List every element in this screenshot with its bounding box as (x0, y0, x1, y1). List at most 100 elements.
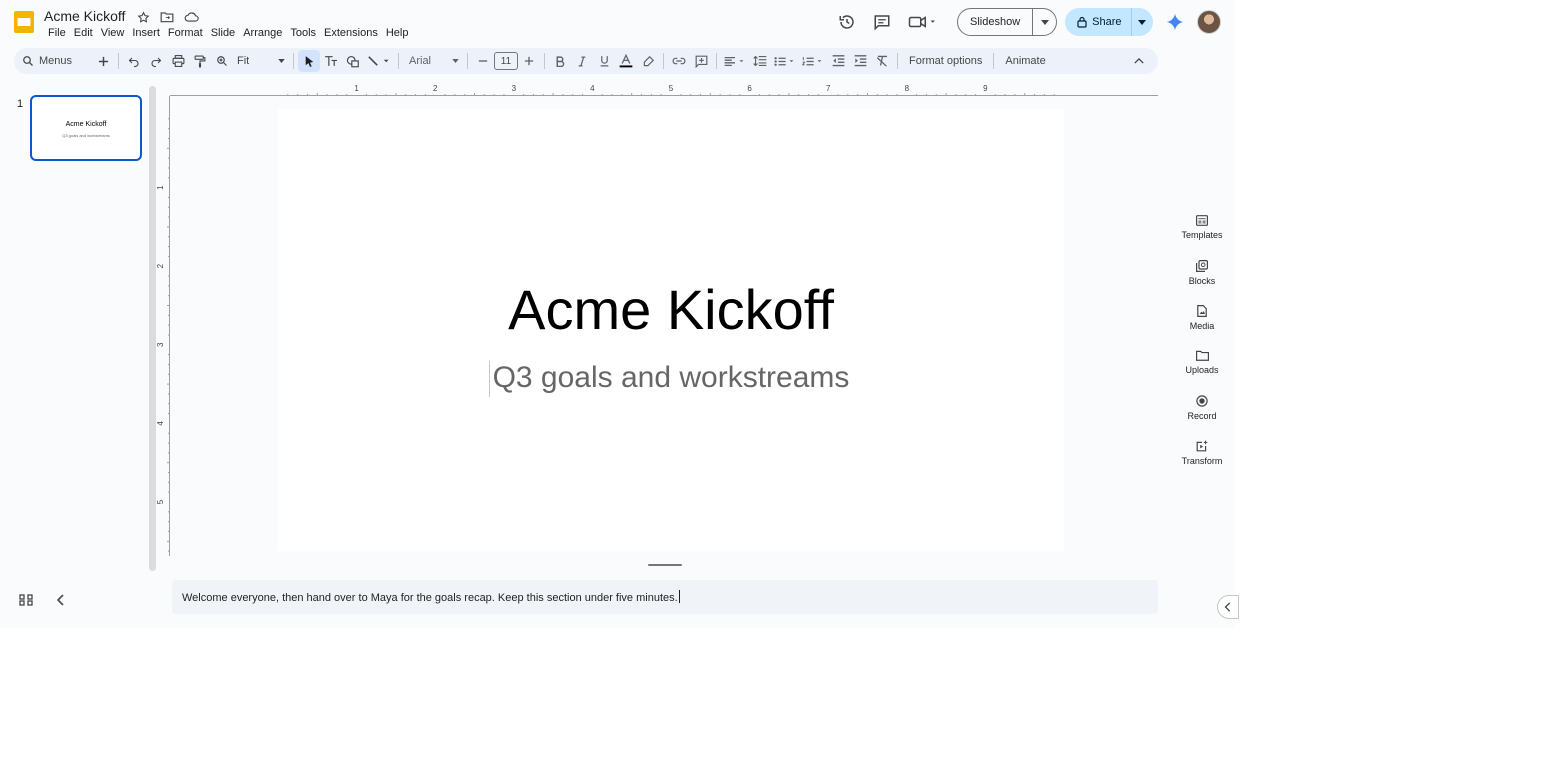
underline-button[interactable] (593, 50, 615, 72)
menu-extensions[interactable]: Extensions (320, 26, 382, 40)
highlight-color-button[interactable] (637, 50, 659, 72)
menu-format[interactable]: Format (164, 26, 207, 40)
ruler-label: 9 (983, 84, 988, 93)
notes-resize-handle[interactable] (648, 564, 682, 566)
menu-view[interactable]: View (97, 26, 129, 40)
ruler-label: 6 (747, 84, 752, 93)
ruler-label: 7 (826, 84, 831, 93)
side-item-media[interactable]: Media (1172, 295, 1232, 340)
ruler-label: 2 (156, 263, 165, 268)
side-item-templates[interactable]: Templates (1172, 205, 1232, 250)
slideshow-options-button[interactable] (1032, 9, 1056, 35)
comments-icon[interactable] (869, 9, 895, 35)
insert-link-button[interactable] (668, 50, 690, 72)
decrease-indent-button[interactable] (827, 50, 849, 72)
print-button[interactable] (167, 50, 189, 72)
ruler-label: 4 (590, 84, 595, 93)
zoom-select[interactable]: Fit (233, 55, 289, 67)
undo-button[interactable] (123, 50, 145, 72)
ruler-label: 3 (156, 342, 165, 347)
slide-canvas[interactable]: Acme Kickoff Q3 goals and workstreams (278, 109, 1064, 551)
animate-button[interactable]: Animate (998, 50, 1052, 72)
slides-logo-icon[interactable] (12, 10, 36, 34)
bold-icon (556, 55, 565, 67)
menu-edit[interactable]: Edit (70, 26, 97, 40)
collapse-filmstrip-icon[interactable] (53, 592, 69, 608)
select-tool-button[interactable] (298, 50, 320, 72)
bold-button[interactable] (549, 50, 571, 72)
toolbar-divider (293, 53, 294, 69)
move-folder-icon[interactable] (158, 9, 176, 25)
increase-font-size-button[interactable] (518, 50, 540, 72)
collapse-toolbar-button[interactable] (1128, 50, 1150, 72)
numbered-list-button[interactable] (799, 50, 827, 72)
ruler-label: 8 (905, 84, 910, 93)
new-slide-button[interactable] (92, 50, 114, 72)
text-box-button[interactable] (320, 50, 342, 72)
redo-button[interactable] (145, 50, 167, 72)
side-panel-toggle[interactable] (1217, 595, 1239, 619)
share-button[interactable]: Share (1065, 8, 1130, 36)
line-spacing-button[interactable] (749, 50, 771, 72)
meet-video-icon[interactable] (904, 9, 942, 35)
side-item-transform[interactable]: Transform (1172, 430, 1232, 475)
align-left-icon (724, 56, 744, 66)
document-title[interactable]: Acme Kickoff (44, 8, 125, 24)
templates-icon (1196, 215, 1208, 226)
gemini-icon[interactable] (1163, 10, 1187, 34)
bulleted-list-button[interactable] (771, 50, 799, 72)
print-icon (172, 55, 184, 67)
add-comment-button[interactable] (690, 50, 712, 72)
undo-icon (128, 57, 139, 67)
vertical-ruler: 1 2 3 4 5 (156, 96, 170, 556)
chevron-down-icon (1138, 19, 1146, 25)
slideshow-button[interactable]: Slideshow (958, 9, 1032, 35)
side-item-uploads[interactable]: Uploads (1172, 340, 1232, 385)
filmstrip-scrollbar[interactable] (149, 86, 156, 571)
shape-icon (346, 55, 359, 67)
paint-format-button[interactable] (189, 50, 211, 72)
menu-arrange[interactable]: Arrange (239, 26, 286, 40)
ruler-label: 5 (156, 499, 165, 504)
slide-title[interactable]: Acme Kickoff (278, 277, 1064, 342)
clear-formatting-button[interactable] (871, 50, 893, 72)
line-tool-button[interactable] (364, 50, 394, 72)
slide-thumbnail[interactable]: Acme Kickoff Q3 goals and workstreams (30, 95, 142, 161)
shape-button[interactable] (342, 50, 364, 72)
align-button[interactable] (721, 50, 749, 72)
zoom-button[interactable] (211, 50, 233, 72)
menu-tools[interactable]: Tools (286, 26, 320, 40)
chevron-down-icon (278, 59, 285, 63)
increase-indent-button[interactable] (849, 50, 871, 72)
menu-insert[interactable]: Insert (128, 26, 164, 40)
text-color-icon (619, 54, 633, 68)
share-options-button[interactable] (1130, 8, 1153, 36)
menu-slide[interactable]: Slide (207, 26, 239, 40)
text-color-button[interactable] (615, 50, 637, 72)
side-item-label: Media (1189, 320, 1215, 331)
version-history-icon[interactable] (834, 9, 860, 35)
user-avatar[interactable] (1196, 10, 1221, 34)
search-menus[interactable]: Menus (14, 55, 92, 67)
format-options-button[interactable]: Format options (902, 50, 989, 72)
decrease-font-size-button[interactable] (472, 50, 494, 72)
grid-view-icon[interactable] (18, 592, 34, 608)
side-item-record[interactable]: Record (1172, 385, 1232, 430)
speaker-notes[interactable]: Welcome everyone, then hand over to Maya… (172, 580, 1158, 614)
font-family-select[interactable]: Arial (403, 55, 463, 67)
ruler-label: 2 (433, 84, 438, 93)
toolbar-divider (398, 53, 399, 69)
menu-help[interactable]: Help (382, 26, 413, 40)
main-toolbar: Menus Fit Arial 11 Format options Animat… (14, 48, 1158, 74)
star-icon[interactable] (134, 9, 152, 25)
ruler-label: 3 (512, 84, 517, 93)
link-icon (672, 57, 686, 65)
italic-button[interactable] (571, 50, 593, 72)
slide-subtitle[interactable]: Q3 goals and workstreams (278, 361, 1064, 395)
lock-icon (1077, 16, 1087, 28)
side-item-blocks[interactable]: Blocks (1172, 250, 1232, 295)
font-size-input[interactable]: 11 (494, 52, 518, 70)
text-box-icon (325, 56, 337, 66)
menu-file[interactable]: File (44, 26, 70, 40)
cloud-status-icon[interactable] (182, 9, 200, 25)
